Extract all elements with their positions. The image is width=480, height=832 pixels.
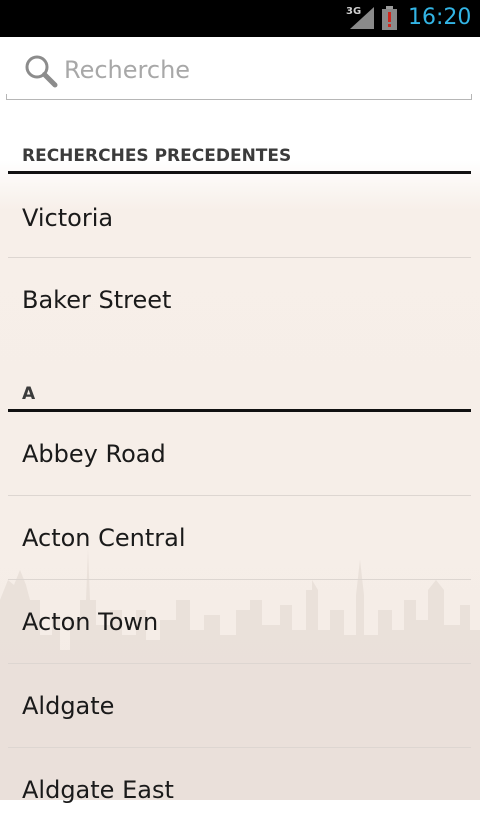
list-item[interactable]: Aldgate [0,664,480,748]
section-header-recent: RECHERCHES PRECEDENTES [0,100,480,174]
list-item[interactable]: Aldgate East [0,748,480,832]
list-item-label: Aldgate [22,692,115,720]
station-list: RECHERCHES PRECEDENTES Victoria Baker St… [0,100,480,832]
search-input[interactable] [64,52,464,88]
list-item-label: Aldgate East [22,776,174,804]
status-bar: 3G 16:20 [0,0,480,37]
search-bar [6,40,472,100]
list-item[interactable]: Abbey Road [0,412,480,496]
section-header-a: A [0,342,480,412]
list-item[interactable]: Baker Street [0,258,480,342]
section-header-label: A [22,384,36,404]
list-item[interactable]: Acton Town [0,580,480,664]
list-item-label: Acton Town [22,608,159,636]
search-icon [25,55,58,88]
status-time: 16:20 [408,5,472,30]
list-item[interactable]: Victoria [0,174,480,258]
signal-icon [350,7,374,29]
list-item-label: Victoria [22,204,114,232]
list-item-label: Baker Street [22,286,172,314]
battery-alert-icon [382,6,397,30]
list-item-label: Abbey Road [22,440,166,468]
list-item-label: Acton Central [22,524,186,552]
section-header-label: RECHERCHES PRECEDENTES [22,146,292,166]
list-item[interactable]: Acton Central [0,496,480,580]
